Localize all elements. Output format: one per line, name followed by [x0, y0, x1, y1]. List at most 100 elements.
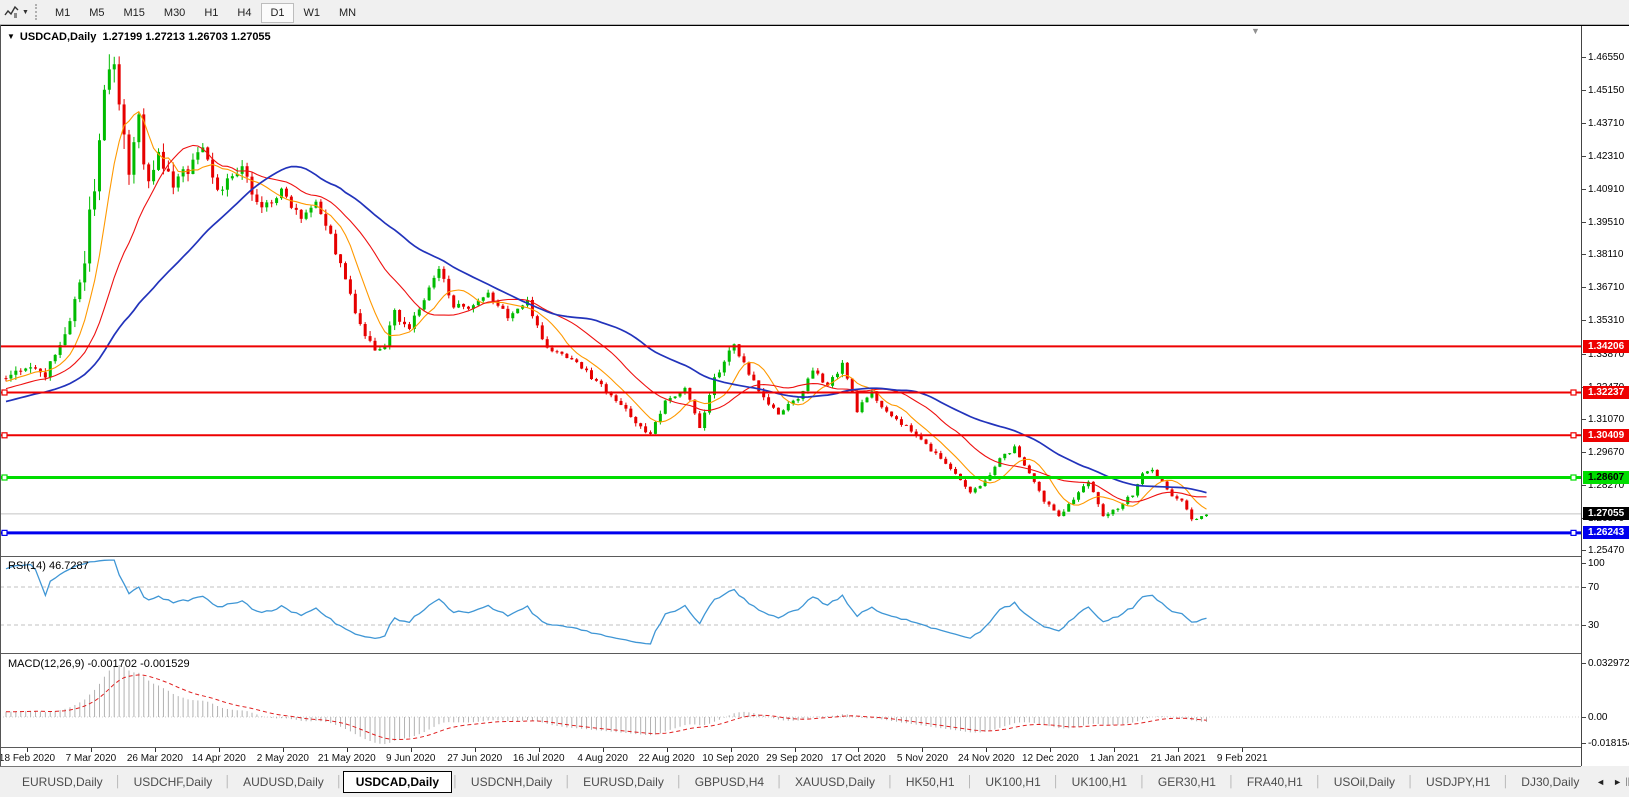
toolbar-grip: [35, 4, 40, 20]
timeframe-buttons: M1M5M15M30H1H4D1W1MN: [46, 3, 366, 21]
tab-separator: │: [336, 776, 343, 788]
date-label: 9 Feb 2021: [1217, 753, 1268, 764]
date-tick: [475, 748, 476, 752]
timeframe-toolbar: ▼ M1M5M15M30H1H4D1W1MN: [0, 0, 1629, 25]
date-tick: [91, 748, 92, 752]
line-handle[interactable]: [1571, 530, 1576, 535]
date-label: 10 Sep 2020: [702, 753, 759, 764]
timeframe-button-h4[interactable]: H4: [228, 3, 260, 23]
line-handle[interactable]: [2, 530, 7, 535]
tab-separator: │: [452, 776, 459, 788]
price-axis[interactable]: 1.465501.451501.437101.423101.409101.395…: [1581, 26, 1629, 766]
chart-tab-xauusd-daily[interactable]: XAUUSD,Daily: [783, 771, 887, 793]
date-tick: [155, 748, 156, 752]
date-label: 12 Dec 2020: [1022, 753, 1079, 764]
time-axis[interactable]: 18 Feb 2020 7 Mar 2020 26 Mar 2020 14 Apr 2…: [0, 748, 1581, 767]
price-axis-tick-label: 1.38110: [1582, 249, 1623, 260]
date-tick: [986, 748, 987, 752]
chart-tab-usdcnh-daily[interactable]: USDCNH,Daily: [459, 771, 564, 793]
chart-title: ▼USDCAD,Daily 1.27199 1.27213 1.26703 1.…: [7, 31, 271, 43]
chart-tab-audusd-daily[interactable]: AUDUSD,Daily: [231, 771, 336, 793]
date-label: 5 Nov 2020: [897, 753, 948, 764]
date-tick: [795, 748, 796, 752]
chart-tab-uk100-h1[interactable]: UK100,H1: [1060, 771, 1139, 793]
line-handle[interactable]: [1571, 433, 1576, 438]
timeframe-button-h1[interactable]: H1: [195, 3, 227, 23]
rsi-label: RSI(14) 46.7287: [8, 560, 89, 572]
date-label: 14 Apr 2020: [192, 753, 246, 764]
date-label: 21 May 2020: [318, 753, 376, 764]
chart-tab-eurusd-daily[interactable]: EURUSD,Daily: [571, 771, 676, 793]
tab-scroll-arrows: ◄ ►: [1586, 766, 1626, 797]
date-label: 18 Feb 2020: [0, 753, 55, 764]
chart-tool-icon[interactable]: [4, 4, 20, 20]
chart-tab-usdcad-daily[interactable]: USDCAD,Daily: [343, 771, 452, 793]
date-tick: [858, 748, 859, 752]
price-axis-tick-label: 1.29670: [1582, 447, 1624, 458]
chart-tab-uk100-h1[interactable]: UK100,H1: [973, 771, 1052, 793]
date-label: 7 Mar 2020: [66, 753, 117, 764]
date-label: 21 Jan 2021: [1151, 753, 1206, 764]
moving-average-line-42: [6, 167, 1207, 493]
tab-scroll-left-icon[interactable]: ◄: [1596, 777, 1605, 787]
date-tick: [1242, 748, 1243, 752]
date-tick: [731, 748, 732, 752]
timeframe-button-w1[interactable]: W1: [295, 3, 330, 23]
macd-chart-canvas[interactable]: [0, 655, 1581, 747]
chart-tab-gbpusd-h4[interactable]: GBPUSD,H4: [683, 771, 776, 793]
timeframe-button-m30[interactable]: M30: [155, 3, 194, 23]
line-handle[interactable]: [1571, 390, 1576, 395]
line-handle[interactable]: [1571, 475, 1576, 480]
date-tick: [27, 748, 28, 752]
chart-tabs-bar: EURUSD,Daily│USDCHF,Daily│AUDUSD,Daily│U…: [0, 766, 1629, 797]
timeframe-button-m1[interactable]: M1: [46, 3, 79, 23]
date-label: 26 Mar 2020: [127, 753, 183, 764]
timeframe-button-mn[interactable]: MN: [330, 3, 365, 23]
price-axis-tick-label: 1.40910: [1582, 184, 1624, 195]
collapse-icon[interactable]: ▼: [7, 32, 15, 41]
date-label: 9 Jun 2020: [386, 753, 436, 764]
tab-separator: │: [776, 776, 783, 788]
chart-tab-fra40-h1[interactable]: FRA40,H1: [1235, 771, 1315, 793]
tab-separator: │: [224, 776, 231, 788]
tab-scroll-right-icon[interactable]: ►: [1613, 777, 1622, 787]
line-handle[interactable]: [2, 433, 7, 438]
rsi-axis-tick-label: 70: [1582, 582, 1599, 593]
rsi-axis-tick-label: 30: [1582, 620, 1599, 631]
dropdown-caret-icon[interactable]: ▼: [22, 9, 29, 16]
chart-tab-eurusd-daily[interactable]: EURUSD,Daily: [10, 771, 115, 793]
timeframe-button-m5[interactable]: M5: [80, 3, 113, 23]
date-tick: [411, 748, 412, 752]
tab-separator: │: [1315, 776, 1322, 788]
date-label: 17 Oct 2020: [831, 753, 885, 764]
timeframe-button-m15[interactable]: M15: [115, 3, 154, 23]
price-chart-canvas[interactable]: [0, 26, 1581, 556]
tab-separator: │: [564, 776, 571, 788]
date-tick: [1050, 748, 1051, 752]
line-handle[interactable]: [2, 390, 7, 395]
tab-separator: │: [967, 776, 974, 788]
chart-tab-hk50-h1[interactable]: HK50,H1: [894, 771, 967, 793]
chart-shift-marker-icon[interactable]: ▼: [1251, 26, 1260, 36]
tab-separator: │: [676, 776, 683, 788]
date-tick: [1178, 748, 1179, 752]
chart-tab-usdjpy-h1[interactable]: USDJPY,H1: [1414, 771, 1502, 793]
chart-tab-usdchf-daily[interactable]: USDCHF,Daily: [122, 771, 225, 793]
price-axis-tick-label: 1.45150: [1582, 85, 1624, 96]
price-axis-tick-label: 1.31070: [1582, 414, 1624, 425]
timeframe-button-d1[interactable]: D1: [261, 3, 293, 23]
price-level-badge: 1.26243: [1583, 526, 1629, 539]
mt4-terminal-window: ▼ M1M5M15M30H1H4D1W1MN ▼USDCAD,Daily 1.2…: [0, 0, 1629, 797]
price-level-badge: 1.32237: [1583, 386, 1629, 399]
rsi-chart-canvas[interactable]: [0, 557, 1581, 653]
line-handle[interactable]: [2, 475, 7, 480]
macd-label: MACD(12,26,9) -0.001702 -0.001529: [8, 658, 190, 670]
chart-tab-dj30-daily[interactable]: DJ30,Daily: [1509, 771, 1591, 793]
date-tick: [603, 748, 604, 752]
macd-axis-tick-label: -0.018154: [1582, 738, 1629, 749]
chart-tab-usoil-daily[interactable]: USOil,Daily: [1322, 771, 1407, 793]
tab-separator: │: [1053, 776, 1060, 788]
macd-axis-tick-label: 0.00: [1582, 712, 1607, 723]
date-label: 29 Sep 2020: [766, 753, 823, 764]
chart-tab-ger30-h1[interactable]: GER30,H1: [1146, 771, 1228, 793]
